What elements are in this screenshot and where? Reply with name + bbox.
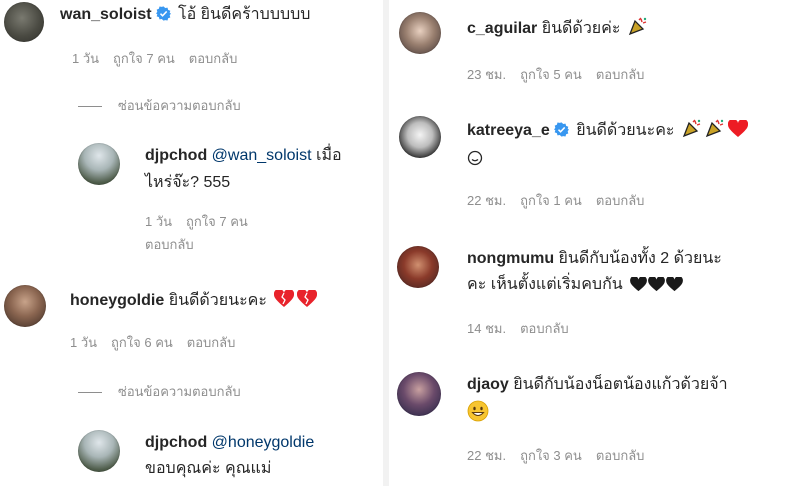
verified-badge-icon (156, 6, 171, 21)
comment-nongmumu: nongmumu ยินดีกับน้องทั้ง 2 ด้วยนะ (467, 246, 722, 272)
comment-text: ยินดีด้วยค่ะ (541, 20, 621, 37)
comments-panel-right: c_aguilar ยินดีด้วยค่ะ 23 ชม. ถูกใจ 5 คนต… (389, 0, 800, 486)
red-heart-emoji-icon (728, 120, 748, 138)
broken-heart-emoji-icon (297, 290, 317, 308)
smile-emoji-icon (467, 150, 483, 166)
comment-text-line2: คะ เห็นตั้งแต่เริ่มคบกัน (467, 272, 683, 298)
comment-meta: 1 วัน ถูกใจ 7 คน ตอบกลับ (72, 48, 251, 69)
black-heart-emoji-icon (648, 277, 665, 292)
black-heart-emoji-icon (666, 277, 683, 292)
comment-time: 14 ชม. (467, 321, 507, 336)
hide-replies-button[interactable]: ซ่อนข้อความตอบกลับ (78, 95, 241, 116)
avatar-djaoy[interactable] (397, 372, 441, 416)
comment-djaoy: djaoy ยินดีกับน้องน็อตน้องแก้วด้วยจ้า (467, 372, 728, 398)
comment-text: ขอบคุณค่ะ คุณแม่ (145, 460, 272, 477)
comment-text: ยินดีกับน้องน็อตน้องแก้วด้วยจ้า (513, 376, 728, 393)
comment-meta: 14 ชม. ตอบกลับ (467, 318, 583, 339)
reply-meta-line2: ตอบกลับ (145, 234, 208, 255)
comment-c-aguilar: c_aguilar ยินดีด้วยค่ะ (467, 16, 648, 42)
avatar-wan-soloist[interactable] (4, 2, 44, 42)
comment-time: 23 ชม. (467, 67, 507, 82)
comment-emoji-line2 (467, 146, 483, 172)
comment-time: 1 วัน (70, 335, 98, 350)
party-popper-emoji-icon (705, 118, 725, 138)
comment-honeygoldie: honeygoldie ยินดีด้วยนะคะ (70, 288, 317, 314)
reply-djpchod: djpchod @honeygoldie (145, 430, 314, 456)
reply-button[interactable]: ตอบกลับ (145, 237, 194, 252)
reply-djpchod: djpchod @wan_soloist เมื่อ (145, 143, 342, 169)
grinning-face-emoji-icon (467, 400, 489, 422)
username[interactable]: nongmumu (467, 250, 554, 267)
comment-meta: 22 ชม. ถูกใจ 1 คน ตอบกลับ (467, 190, 658, 211)
username[interactable]: wan_soloist (60, 6, 152, 23)
comment-emoji-line2 (467, 400, 489, 428)
broken-heart-emoji-icon (274, 290, 294, 308)
avatar-c-aguilar[interactable] (399, 12, 441, 54)
likes-count[interactable]: ถูกใจ 6 คน (111, 335, 173, 350)
comment-time: 1 วัน (145, 214, 173, 229)
divider-line (78, 106, 102, 108)
avatar-nongmumu[interactable] (397, 246, 439, 288)
party-popper-emoji-icon (628, 16, 648, 36)
reply-button[interactable]: ตอบกลับ (187, 335, 236, 350)
comment-text: ยินดีด้วยนะคะ (168, 292, 267, 309)
comment-meta: 22 ชม. ถูกใจ 3 คน ตอบกลับ (467, 445, 658, 466)
likes-count[interactable]: ถูกใจ 7 คน (113, 51, 175, 66)
reply-button[interactable]: ตอบกลับ (596, 67, 645, 82)
reply-meta: 1 วัน ถูกใจ 7 คน (145, 211, 262, 232)
comment-text: โอ้ ยินดีคร้าบบบบบ (178, 6, 311, 23)
avatar-djpchod[interactable] (78, 143, 120, 185)
comment-text: คะ เห็นตั้งแต่เริ่มคบกัน (467, 276, 623, 293)
comment-wan-soloist: wan_soloist โอ้ ยินดีคร้าบบบบบ (60, 2, 310, 28)
black-heart-emoji-icon (630, 277, 647, 292)
avatar-djpchod[interactable] (78, 430, 120, 472)
comment-text: เมื่อ (315, 147, 342, 164)
likes-count[interactable]: ถูกใจ 1 คน (520, 193, 582, 208)
username[interactable]: djpchod (145, 434, 207, 451)
likes-count[interactable]: ถูกใจ 3 คน (520, 448, 582, 463)
verified-badge-icon (554, 122, 569, 137)
username[interactable]: djpchod (145, 147, 207, 164)
reply-text-line2: ขอบคุณค่ะ คุณแม่ (145, 456, 271, 482)
comment-meta: 23 ชม. ถูกใจ 5 คน ตอบกลับ (467, 64, 658, 85)
comment-time: 1 วัน (72, 51, 100, 66)
party-popper-emoji-icon (682, 118, 702, 138)
username[interactable]: c_aguilar (467, 20, 537, 37)
avatar-honeygoldie[interactable] (4, 285, 46, 327)
reply-text-line2: ไหร่จ๊ะ? 555 (145, 170, 230, 196)
likes-count[interactable]: ถูกใจ 7 คน (186, 214, 248, 229)
comment-katreeya-e: katreeya_e ยินดีด้วยนะคะ (467, 118, 748, 144)
comment-time: 22 ชม. (467, 193, 507, 208)
reply-button[interactable]: ตอบกลับ (596, 448, 645, 463)
comment-meta: 1 วัน ถูกใจ 6 คน ตอบกลับ (70, 332, 249, 353)
likes-count[interactable]: ถูกใจ 5 คน (520, 67, 582, 82)
avatar-katreeya-e[interactable] (399, 116, 441, 158)
comment-text: ไหร่จ๊ะ? 555 (145, 174, 231, 191)
comment-time: 22 ชม. (467, 448, 507, 463)
mention-link[interactable]: @wan_soloist (212, 147, 312, 164)
divider-line (78, 392, 102, 394)
hide-replies-label: ซ่อนข้อความตอบกลับ (118, 384, 241, 399)
mention-link[interactable]: @honeygoldie (212, 434, 315, 451)
reply-button[interactable]: ตอบกลับ (596, 193, 645, 208)
hide-replies-label: ซ่อนข้อความตอบกลับ (118, 98, 241, 113)
username[interactable]: katreeya_e (467, 122, 550, 139)
reply-button[interactable]: ตอบกลับ (520, 321, 569, 336)
comments-panel-left: wan_soloist โอ้ ยินดีคร้าบบบบบ 1 วันถูกใ… (0, 0, 383, 486)
comment-text: ยินดีกับน้องทั้ง 2 ด้วยนะ (558, 250, 722, 267)
comment-text: ยินดีด้วยนะคะ (576, 122, 675, 139)
username[interactable]: honeygoldie (70, 292, 164, 309)
hide-replies-button[interactable]: ซ่อนข้อความตอบกลับ (78, 381, 241, 402)
username[interactable]: djaoy (467, 376, 509, 393)
reply-button[interactable]: ตอบกลับ (189, 51, 238, 66)
